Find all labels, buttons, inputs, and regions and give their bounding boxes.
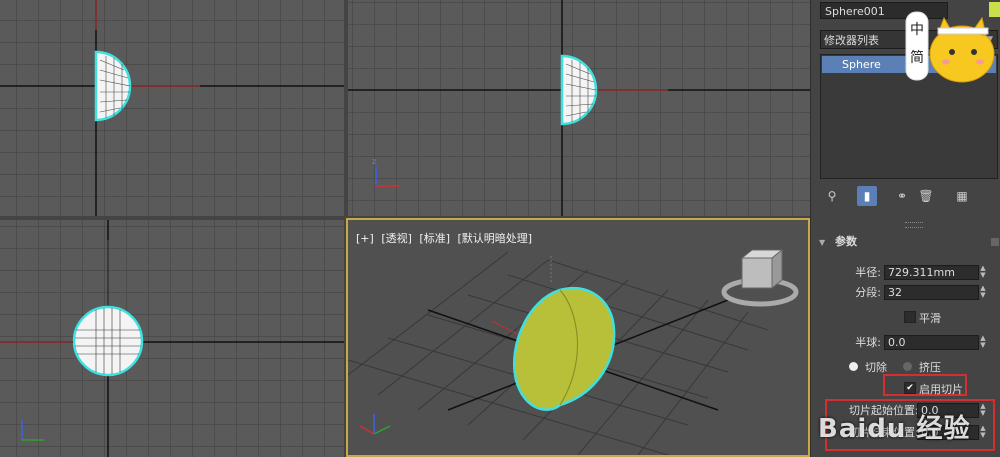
viewport-menu-standard[interactable]: [标准]	[419, 232, 450, 245]
viewport-top-grid	[0, 0, 344, 216]
hemisphere-input[interactable]: 0.0	[884, 335, 979, 350]
mascot-sticker: 中 简	[905, 11, 995, 83]
hemisphere-label: 半球:	[855, 336, 881, 349]
hemisphere-spinner[interactable]: ▲ ▼	[979, 335, 987, 350]
segments-row: 分段: 32 ▲ ▼	[821, 284, 993, 302]
hemisphere-perspective[interactable]	[513, 286, 616, 411]
sphere-left[interactable]	[72, 305, 144, 377]
radius-label: 半径:	[855, 266, 881, 279]
viewport-perspective-label[interactable]: [+] [透视] [标准] [默认明暗处理]	[356, 230, 536, 246]
viewport-menu-perspective[interactable]: [透视]	[381, 232, 412, 245]
segments-input[interactable]: 32	[884, 285, 979, 300]
radius-spinner[interactable]: ▲ ▼	[979, 265, 987, 280]
chop-radio[interactable]	[849, 362, 858, 371]
axis-gizmo-perspective	[359, 414, 391, 435]
panel-grip[interactable]	[905, 222, 923, 228]
viewport-front-grid: z	[348, 0, 810, 216]
mascot-text-1: 中	[910, 22, 924, 38]
viewport-top[interactable]	[0, 0, 344, 216]
viewport-perspective[interactable]: [+] [透视] [标准] [默认明暗处理]	[346, 218, 810, 457]
viewport-left-grid	[0, 220, 344, 457]
viewport-perspective-grid	[348, 248, 799, 455]
segments-label: 分段:	[855, 286, 881, 299]
show-end-result-icon[interactable]: ▮	[857, 186, 877, 206]
make-unique-icon[interactable]: ⚭	[892, 186, 912, 206]
collapse-triangle-icon: ▼	[819, 238, 826, 247]
remove-modifier-icon[interactable]: 🗑	[916, 186, 936, 206]
squash-label: 挤压	[919, 361, 941, 374]
rollout-pin-icon	[991, 238, 999, 246]
radius-input[interactable]: 729.311mm	[884, 265, 979, 280]
rollout-title: 参数	[835, 235, 857, 248]
viewport-menu-plus[interactable]: [+]	[356, 232, 374, 245]
radius-row: 半径: 729.311mm ▲ ▼	[821, 264, 993, 282]
viewcube[interactable]	[721, 248, 799, 307]
slice-to-spinner[interactable]: ▲ ▼	[979, 425, 987, 440]
pin-stack-icon[interactable]: ⚲	[822, 186, 842, 206]
slice-on-label: 启用切片	[919, 383, 963, 396]
smooth-label: 平滑	[919, 312, 941, 325]
chop-label: 切除	[865, 361, 887, 374]
stack-toolbar: ⚲ ▮ ⚭ 🗑 ▦	[820, 186, 998, 208]
parameters-rollout-header[interactable]: ▼ 参数	[819, 234, 999, 250]
segments-spinner[interactable]: ▲ ▼	[979, 285, 987, 300]
viewport-left[interactable]	[0, 220, 344, 457]
slice-from-spinner[interactable]: ▲ ▼	[979, 403, 987, 418]
hemisphere-row: 半球: 0.0 ▲ ▼	[821, 334, 993, 352]
modifier-list-label: 修改器列表	[824, 34, 879, 47]
viewport-front[interactable]: z	[348, 0, 810, 216]
squash-radio[interactable]	[903, 362, 912, 371]
smooth-checkbox[interactable]	[904, 311, 916, 323]
mascot-text-2: 简	[910, 49, 924, 66]
configure-modifier-sets-icon[interactable]: ▦	[952, 186, 972, 206]
svg-text:z: z	[372, 157, 376, 166]
slice-on-checkbox[interactable]: ✔	[904, 382, 916, 394]
baidu-jingyan-watermark: Baidu 经验	[818, 414, 971, 444]
viewport-menu-shading[interactable]: [默认明暗处理]	[458, 232, 533, 245]
